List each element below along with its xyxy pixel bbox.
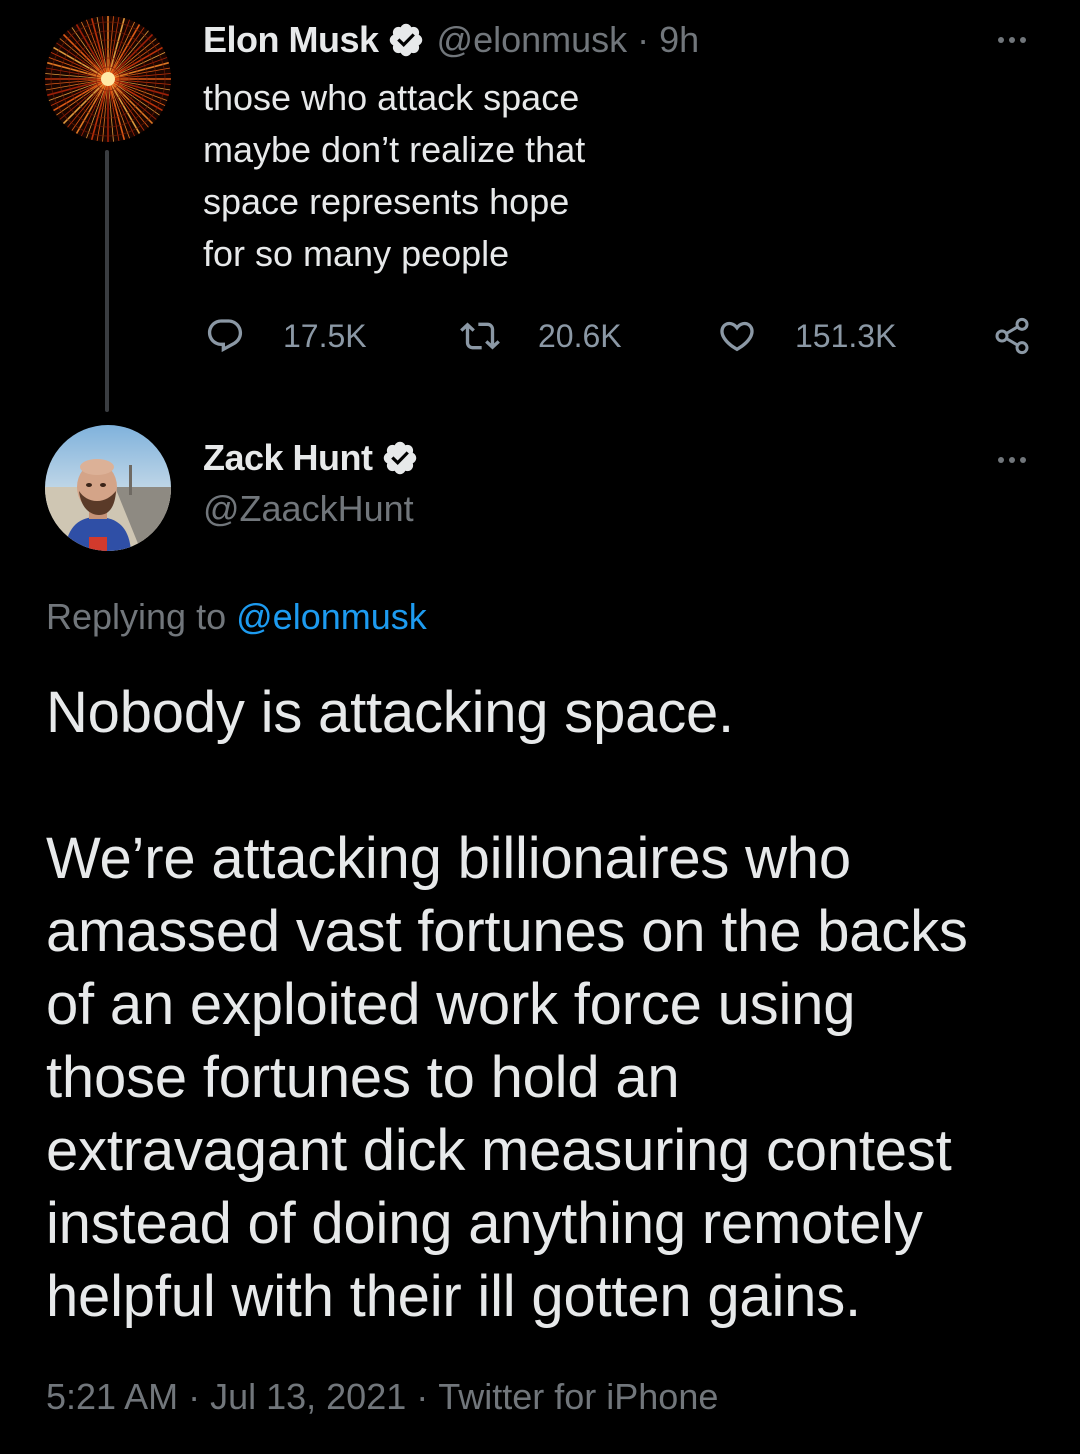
replying-to-line: Replying to @elonmusk [46, 596, 427, 638]
retweet-count: 20.6K [538, 317, 622, 354]
reply-icon [207, 319, 243, 353]
reply-author-name[interactable]: Zack Hunt [203, 437, 373, 479]
parent-text-line: those who attack space [203, 77, 580, 118]
header-separator: · [637, 19, 650, 60]
parent-tweet-header: Elon Musk @elonmusk · 9h [203, 18, 699, 62]
reply-text-line: extravagant dick measuring contest [46, 1118, 952, 1183]
reply-more-options-icon[interactable] [990, 448, 1034, 472]
like-button[interactable]: 151.3K [717, 312, 896, 360]
retweet-icon [460, 322, 500, 350]
share-icon [995, 317, 1029, 355]
reply-author-row: Zack Hunt [203, 436, 419, 480]
thread-connector-line [105, 150, 109, 412]
reply-text-line: helpful with their ill gotten gains. [46, 1264, 861, 1329]
reply-tweet-text: Nobody is attacking space. We’re attacki… [46, 676, 1056, 1333]
tweet-time[interactable]: 5:21 AM [46, 1376, 178, 1417]
parent-tweet-text: those who attack space maybe don’t reali… [203, 72, 763, 280]
replying-to-label: Replying to [46, 596, 227, 637]
parent-author-name[interactable]: Elon Musk [203, 19, 379, 61]
verified-badge-icon [383, 441, 416, 475]
tweet-date[interactable]: Jul 13, 2021 [210, 1376, 406, 1417]
parent-more-options-icon[interactable] [990, 28, 1034, 52]
avatar-image [45, 16, 171, 142]
parent-handle[interactable]: @elonmusk [437, 19, 628, 61]
reply-text-line: amassed vast fortunes on the backs [46, 899, 968, 964]
replying-to-handle-link[interactable]: @elonmusk [236, 596, 427, 637]
zack-hunt-avatar[interactable] [45, 425, 171, 551]
reply-button[interactable]: 17.5K [205, 312, 367, 360]
reply-text-line: We’re attacking billionaires who [46, 826, 851, 891]
reply-text-line: of an exploited work force using [46, 972, 856, 1037]
elon-musk-avatar[interactable] [45, 16, 171, 142]
heart-icon [720, 321, 754, 352]
reply-count: 17.5K [283, 317, 367, 354]
verified-badge-icon [389, 23, 422, 57]
parent-time-ago[interactable]: 9h [659, 19, 699, 61]
timestamp-separator: · [416, 1376, 429, 1417]
tweet-source[interactable]: Twitter for iPhone [438, 1376, 718, 1417]
timestamp-separator: · [188, 1376, 201, 1417]
avatar-image [45, 425, 171, 551]
reply-handle[interactable]: @ZaackHunt [203, 488, 414, 530]
parent-text-line: for so many people [203, 233, 510, 274]
like-count: 151.3K [795, 317, 897, 354]
reply-paragraph-1: Nobody is attacking space. [46, 680, 734, 745]
reply-text-line: those fortunes to hold an [46, 1045, 680, 1110]
parent-text-line: space represents hope [203, 181, 570, 222]
retweet-button[interactable]: 20.6K [460, 312, 622, 360]
parent-text-line: maybe don’t realize that [203, 129, 586, 170]
reply-text-line: instead of doing anything remotely [46, 1191, 923, 1256]
tweet-timestamp-row: 5:21 AM · Jul 13, 2021 · Twitter for iPhone [46, 1376, 718, 1418]
share-button[interactable] [992, 312, 1032, 360]
